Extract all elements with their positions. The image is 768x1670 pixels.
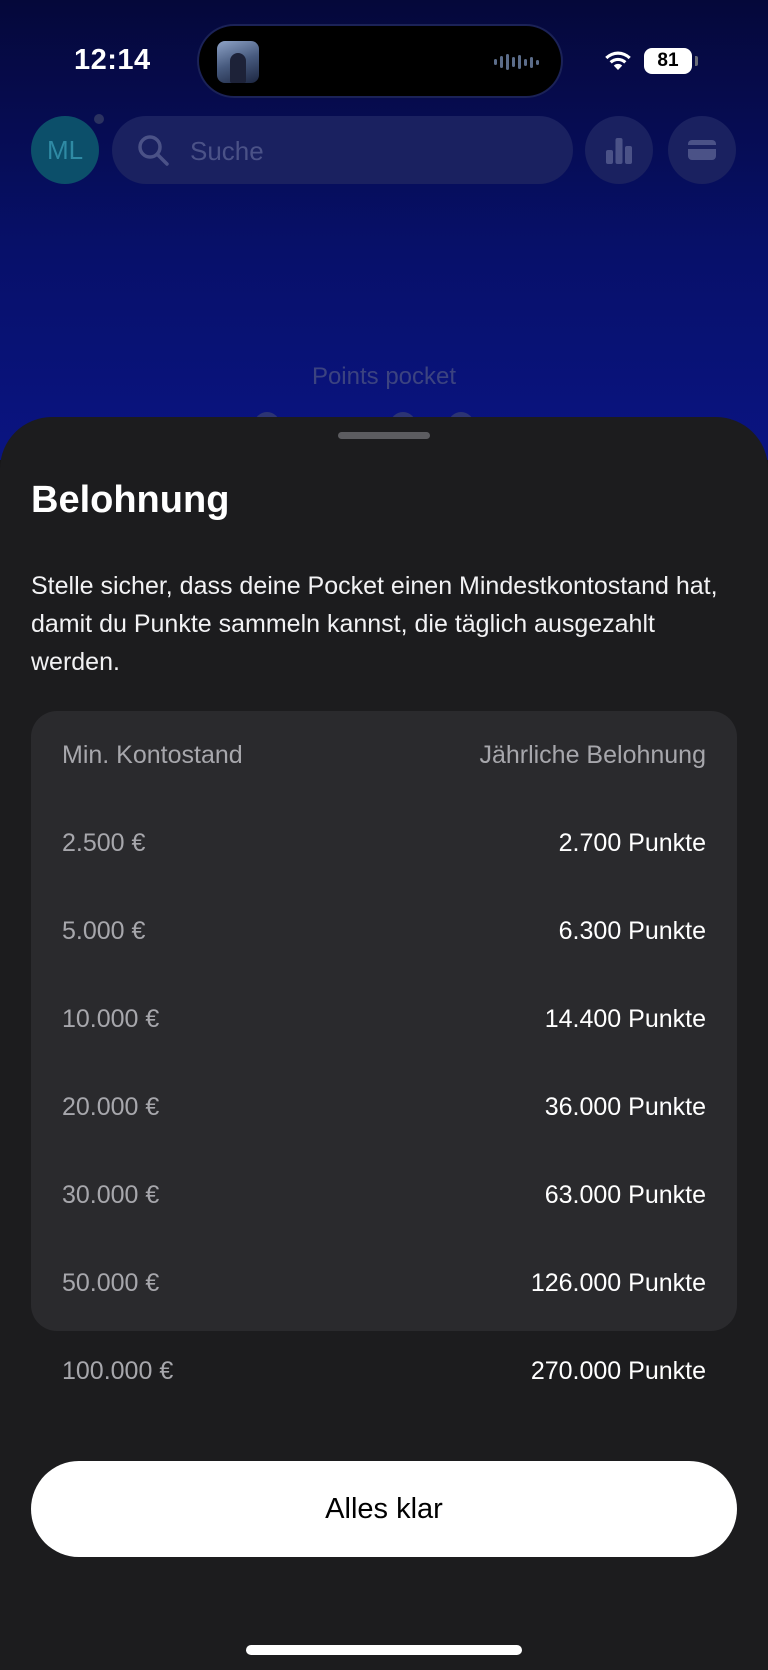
table-row: 30.000 € 63.000 Punkte xyxy=(62,1181,706,1221)
status-time: 12:14 xyxy=(74,44,151,76)
reward-cell: 6.300 Punkte xyxy=(558,917,706,945)
now-playing-artwork xyxy=(217,41,259,83)
dynamic-island[interactable] xyxy=(199,26,561,96)
min-balance-cell: 10.000 € xyxy=(62,1005,160,1033)
column-header-min-balance: Min. Kontostand xyxy=(62,741,243,769)
table-row: 10.000 € 14.400 Punkte xyxy=(62,1005,706,1045)
reward-sheet: Belohnung Stelle sicher, dass deine Pock… xyxy=(0,417,768,1670)
reward-cell: 2.700 Punkte xyxy=(558,829,706,857)
card-icon xyxy=(688,140,716,160)
background-app: 12:14 81 ML Suche Points pocket xyxy=(0,0,768,460)
min-balance-cell: 100.000 € xyxy=(62,1357,174,1385)
search-input[interactable]: Suche xyxy=(112,116,573,184)
table-row: 5.000 € 6.300 Punkte xyxy=(62,917,706,957)
reward-cell: 14.400 Punkte xyxy=(544,1005,706,1033)
table-header: Min. Kontostand Jährliche Belohnung xyxy=(62,741,706,781)
reward-cell: 63.000 Punkte xyxy=(544,1181,706,1209)
table-row: 2.500 € 2.700 Punkte xyxy=(62,829,706,869)
analytics-button[interactable] xyxy=(585,116,653,184)
search-placeholder: Suche xyxy=(190,136,264,166)
search-icon xyxy=(138,135,169,166)
min-balance-cell: 2.500 € xyxy=(62,829,146,857)
battery-icon: 81 xyxy=(644,48,698,74)
avatar[interactable]: ML xyxy=(31,116,99,184)
min-balance-cell: 30.000 € xyxy=(62,1181,160,1209)
sheet-grabber[interactable] xyxy=(338,432,430,439)
status-bar: 12:14 81 xyxy=(0,0,768,100)
bar-chart-icon xyxy=(606,138,632,164)
cards-button[interactable] xyxy=(668,116,736,184)
column-header-annual-reward: Jährliche Belohnung xyxy=(479,741,706,769)
table-row: 100.000 € 270.000 Punkte xyxy=(62,1357,706,1397)
home-indicator xyxy=(246,1645,522,1655)
min-balance-cell: 5.000 € xyxy=(62,917,146,945)
min-balance-cell: 50.000 € xyxy=(62,1269,160,1297)
reward-cell: 270.000 Punkte xyxy=(530,1357,706,1385)
reward-cell: 126.000 Punkte xyxy=(530,1269,706,1297)
table-row: 20.000 € 36.000 Punkte xyxy=(62,1093,706,1133)
table-row: 50.000 € 126.000 Punkte xyxy=(62,1269,706,1309)
reward-cell: 36.000 Punkte xyxy=(544,1093,706,1121)
top-bar: ML Suche xyxy=(0,114,768,184)
sheet-description: Stelle sicher, dass deine Pocket einen M… xyxy=(31,572,718,676)
notification-dot xyxy=(94,114,104,124)
min-balance-cell: 20.000 € xyxy=(62,1093,160,1121)
reward-table: Min. Kontostand Jährliche Belohnung 2.50… xyxy=(31,711,737,1385)
confirm-button[interactable]: Alles klar xyxy=(31,1461,737,1557)
sheet-title: Belohnung xyxy=(31,479,230,521)
audio-waveform-icon xyxy=(494,54,539,70)
pocket-label: Points pocket xyxy=(311,363,457,390)
wifi-icon xyxy=(605,51,631,70)
